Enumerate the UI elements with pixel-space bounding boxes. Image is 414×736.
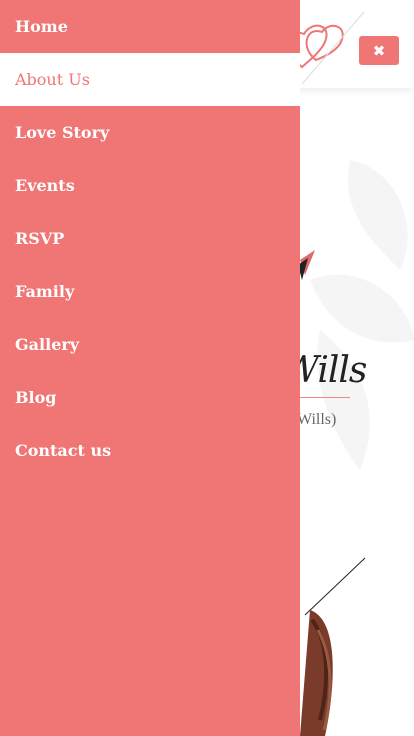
menu-item-events[interactable]: Events — [0, 159, 300, 212]
close-icon: ✖ — [372, 41, 386, 60]
menu-item-gallery[interactable]: Gallery — [0, 318, 300, 371]
close-menu-button[interactable]: ✖ — [359, 36, 399, 65]
menu-item-blog[interactable]: Blog — [0, 371, 300, 424]
menu-item-love-story[interactable]: Love Story — [0, 106, 300, 159]
side-menu-drawer: Home About Us Love Story Events RSVP Fam… — [0, 0, 300, 736]
menu-item-family[interactable]: Family — [0, 265, 300, 318]
menu-item-about-us[interactable]: About Us — [0, 53, 300, 106]
menu-item-home[interactable]: Home — [0, 0, 300, 53]
menu-item-rsvp[interactable]: RSVP — [0, 212, 300, 265]
menu-item-contact-us[interactable]: Contact us — [0, 424, 300, 477]
couple-names-script: Wills — [282, 350, 367, 391]
couple-names-subtitle: Wills) — [297, 411, 337, 428]
